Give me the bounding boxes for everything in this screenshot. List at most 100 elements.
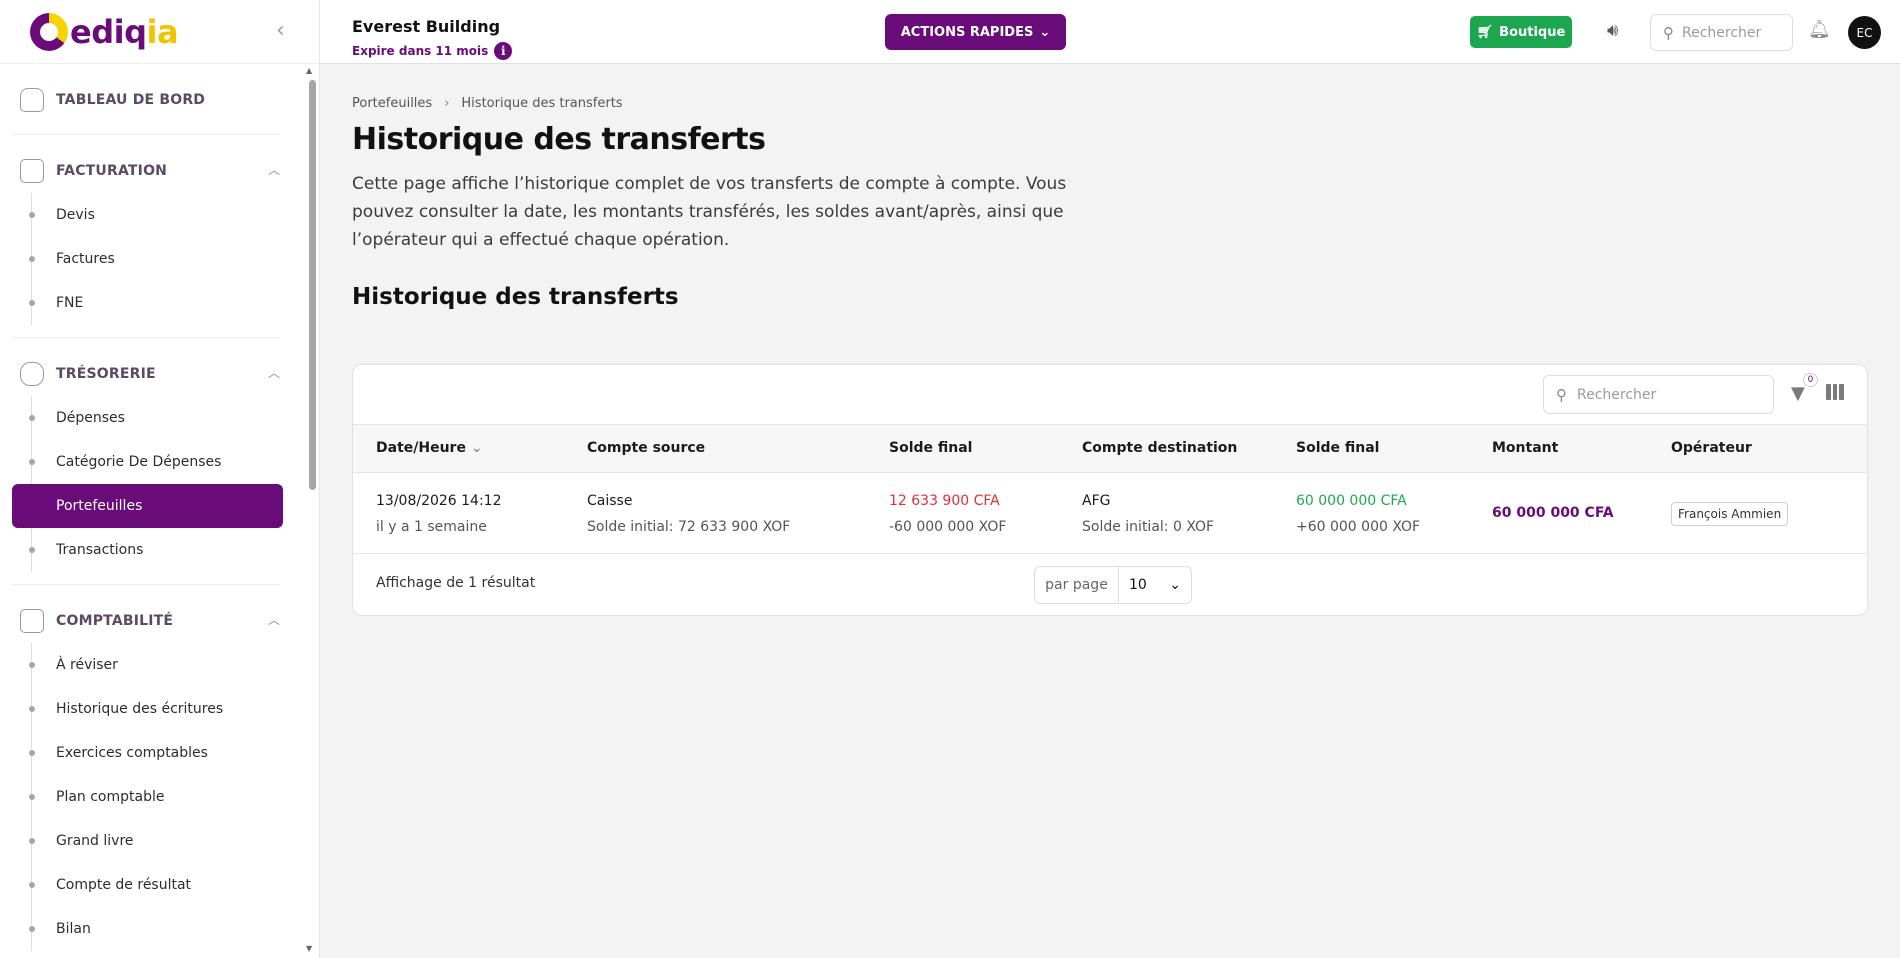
sidebar-item-label: TABLEAU DE BORD <box>56 92 206 108</box>
columns-icon[interactable] <box>1826 384 1845 400</box>
sidebar-section-facturation[interactable]: FACTURATION ︿ <box>0 149 310 193</box>
logo[interactable]: ediqia <box>30 12 179 51</box>
cell-source-account: Caisse <box>587 493 633 509</box>
info-icon[interactable]: i <box>494 42 513 60</box>
main-content: Portefeuilles › Historique des transfert… <box>320 64 1900 958</box>
scroll-down-arrow-icon[interactable]: ▼ <box>306 944 312 953</box>
column-header-destination: Compte destination <box>1082 440 1238 456</box>
bullet-icon <box>29 794 35 800</box>
per-page-value-text: 10 <box>1129 577 1147 593</box>
sidebar-item-label: Bilan <box>56 921 91 937</box>
cell-source-delta: -60 000 000 XOF <box>889 519 1007 535</box>
global-search-input[interactable]: ⚲ Rechercher <box>1650 14 1793 51</box>
sidebar-item-fne[interactable]: FNE <box>0 281 310 325</box>
sidebar-item-label: Dépenses <box>56 410 125 426</box>
sidebar-item-bilan[interactable]: Bilan <box>0 907 310 951</box>
cell-dest-final: 60 000 000 CFA <box>1296 493 1407 509</box>
sidebar-item-label: Factures <box>56 251 115 267</box>
sidebar-item-label: Catégorie De Dépenses <box>56 454 222 470</box>
transfers-table-card: ⚲ Rechercher ▼ 0 Date/Heure ⌄ Compte sou… <box>352 364 1868 616</box>
column-header-label: Date/Heure <box>376 440 466 456</box>
table-header: Date/Heure ⌄ Compte source Solde final C… <box>353 425 1867 473</box>
bullet-icon <box>29 415 35 421</box>
quick-actions-button[interactable]: ACTIONS RAPIDES ⌄ <box>885 14 1066 50</box>
bullet-icon <box>29 838 35 844</box>
sidebar-item-categorie-depenses[interactable]: Catégorie De Dépenses <box>0 440 310 484</box>
sidebar-item-label: Grand livre <box>56 833 134 849</box>
calculator-icon <box>20 609 44 633</box>
sidebar-item-label: FNE <box>56 295 84 311</box>
org-name: Everest Building <box>352 17 501 36</box>
table-toolbar: ⚲ Rechercher ▼ 0 <box>353 365 1867 425</box>
sidebar-section-comptabilite[interactable]: COMPTABILITÉ ︿ <box>0 599 310 643</box>
sidebar-item-grand-livre[interactable]: Grand livre <box>0 819 310 863</box>
bullet-icon <box>29 300 35 306</box>
sidebar-item-label: Historique des écritures <box>56 701 224 717</box>
logo-text: ediqia <box>70 12 179 51</box>
sidebar-item-portefeuilles[interactable]: Portefeuilles <box>12 484 283 528</box>
sidebar-item-transactions[interactable]: Transactions <box>0 528 310 572</box>
bullet-icon <box>29 547 35 553</box>
cell-dest-delta: +60 000 000 XOF <box>1296 519 1421 535</box>
sub-list: Devis Factures FNE <box>0 193 310 325</box>
sidebar-item-compte-resultat[interactable]: Compte de résultat <box>0 863 310 907</box>
sidebar-scrollbar[interactable] <box>309 80 316 490</box>
bullet-icon <box>29 459 35 465</box>
sidebar-item-dashboard[interactable]: TABLEAU DE BORD <box>0 78 310 122</box>
sidebar-item-devis[interactable]: Devis <box>0 193 310 237</box>
per-page-value[interactable]: 10 ⌄ <box>1119 577 1191 593</box>
cell-date: 13/08/2026 14:12 <box>376 493 502 509</box>
bullet-icon <box>29 882 35 888</box>
bullet-icon <box>29 706 35 712</box>
column-header-amount: Montant <box>1492 440 1559 456</box>
breadcrumb-parent[interactable]: Portefeuilles <box>352 96 432 111</box>
result-count: Affichage de 1 résultat <box>376 575 536 591</box>
sidebar-item-label: Transactions <box>56 542 144 558</box>
home-icon <box>20 88 44 112</box>
chevron-up-icon: ︿ <box>268 613 281 627</box>
chevron-right-icon: › <box>444 96 450 111</box>
quick-actions-label: ACTIONS RAPIDES <box>900 24 1034 40</box>
sidebar-item-a-reviser[interactable]: À réviser <box>0 643 310 687</box>
page-title: Historique des transferts <box>352 122 766 157</box>
cell-dest-initial: Solde initial: 0 XOF <box>1082 519 1215 535</box>
logo-mark-icon <box>30 12 68 51</box>
page-description: Cette page affiche l’historique complet … <box>352 174 1067 250</box>
chevron-down-icon: ⌄ <box>1039 24 1051 40</box>
bullet-icon <box>29 750 35 756</box>
sidebar-item-historique-ecritures[interactable]: Historique des écritures <box>0 687 310 731</box>
sub-list: À réviser Historique des écritures Exerc… <box>0 643 310 951</box>
subscription-expiry: Expire dans 11 mois i <box>352 42 513 60</box>
bullet-icon <box>29 256 35 262</box>
search-placeholder: Rechercher <box>1577 386 1657 403</box>
chevron-left-icon[interactable]: ‹ <box>276 20 296 44</box>
cell-amount: 60 000 000 CFA <box>1492 505 1614 521</box>
speaker-icon[interactable]: 🔊︎ <box>1607 20 1618 41</box>
chevron-down-icon: ⌄ <box>1169 577 1181 593</box>
sidebar-item-exercices-comptables[interactable]: Exercices comptables <box>0 731 310 775</box>
per-page-label: par page <box>1035 567 1119 603</box>
avatar[interactable]: EC <box>1848 16 1881 49</box>
expiry-text: Expire dans 11 mois <box>352 44 489 58</box>
breadcrumb-current: Historique des transferts <box>461 96 623 111</box>
sidebar-item-depenses[interactable]: Dépenses <box>0 396 310 440</box>
sidebar-section-tresorerie[interactable]: TRÉSORERIE ︿ <box>0 352 310 396</box>
sidebar-nav: TABLEAU DE BORD FACTURATION ︿ Devis Fact… <box>0 64 310 951</box>
table-row[interactable]: 13/08/2026 14:12 il y a 1 semaine Caisse… <box>353 473 1867 554</box>
table-search-input[interactable]: ⚲ Rechercher <box>1543 375 1774 414</box>
sidebar-item-label: Compte de résultat <box>56 877 192 893</box>
sidebar-item-factures[interactable]: Factures <box>0 237 310 281</box>
search-icon: ⚲ <box>1556 385 1567 404</box>
sidebar: ediqia ‹ TABLEAU DE BORD FACTURATION ︿ D… <box>0 0 320 958</box>
column-header-date[interactable]: Date/Heure ⌄ <box>376 440 483 456</box>
sidebar-item-label: Portefeuilles <box>56 498 143 514</box>
scroll-up-arrow-icon[interactable]: ▲ <box>306 66 312 75</box>
search-placeholder: Rechercher <box>1682 24 1762 41</box>
filter-icon[interactable]: ▼ <box>1791 383 1805 404</box>
sidebar-item-plan-comptable[interactable]: Plan comptable <box>0 775 310 819</box>
per-page-select[interactable]: par page 10 ⌄ <box>1034 566 1192 604</box>
bell-icon[interactable]: 🔔︎ <box>1808 19 1831 40</box>
boutique-button[interactable]: 🛒︎ Boutique <box>1470 16 1572 48</box>
column-header-source: Compte source <box>587 440 706 456</box>
sidebar-item-label: Devis <box>56 207 95 223</box>
